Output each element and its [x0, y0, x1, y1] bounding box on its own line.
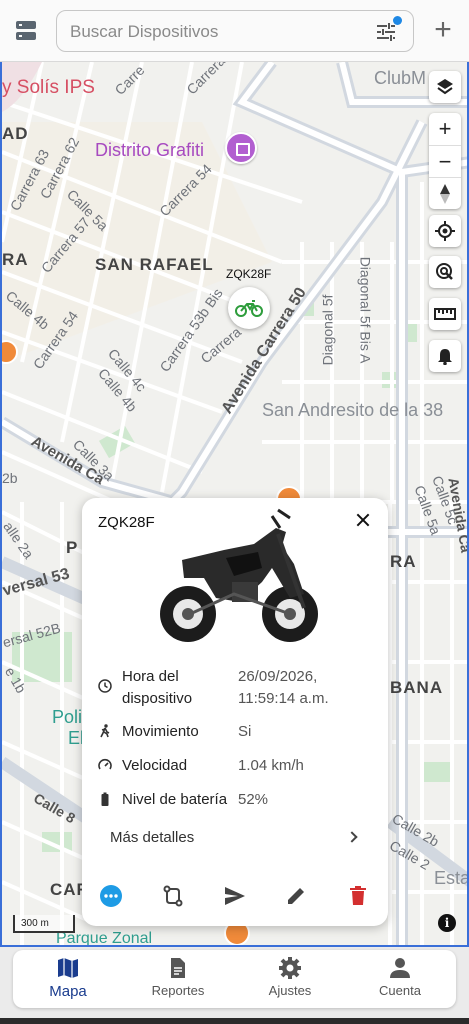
device-name: ZQK28F [98, 514, 155, 531]
ruler-control [429, 298, 461, 330]
row-key: Hora del dispositivo [122, 668, 193, 707]
map-label: ClubM [374, 68, 427, 88]
clock-icon [98, 679, 112, 693]
bottom-nav: Mapa Reportes Ajustes Cuenta [13, 950, 456, 1008]
row-key: Movimiento [122, 723, 199, 740]
device-popup: ZQK28F Hora del dispositivo 26/09/2026, … [82, 498, 388, 926]
map-label: BANA [390, 678, 444, 697]
row-key: Nivel de batería [122, 791, 228, 808]
gear-icon [279, 957, 301, 979]
more-details-label: Más detalles [110, 829, 195, 846]
nav-label: Reportes [151, 983, 205, 998]
search-box [56, 10, 414, 52]
row-value: 52% [238, 791, 269, 808]
tune-icon[interactable] [375, 16, 402, 42]
layers-control [429, 71, 461, 103]
notifications-control [429, 340, 461, 372]
info-icon[interactable]: i [438, 914, 456, 932]
send-icon[interactable] [221, 882, 249, 910]
vehicle-marker[interactable] [228, 287, 270, 329]
my-location-control [429, 215, 461, 247]
row-key: Velocidad [122, 757, 188, 774]
motorcycle-icon [235, 300, 263, 317]
bottom-bar: Mapa Reportes Ajustes Cuenta [0, 947, 469, 1024]
filter-badge [393, 16, 402, 25]
map-label: P [66, 538, 79, 557]
map-icon [58, 958, 78, 978]
ruler-icon[interactable] [429, 298, 461, 330]
nav-label: Cuenta [379, 983, 421, 998]
nav-label: Ajustes [268, 983, 312, 998]
map-label: Diagonal 5f Bis A [357, 256, 374, 364]
bell-icon[interactable] [429, 340, 461, 372]
account-icon [390, 958, 410, 978]
scale-bar: 300 m [13, 915, 75, 933]
more-icon[interactable] [97, 882, 125, 910]
map-label: San Andresito de la 38 [262, 400, 444, 420]
edit-icon[interactable] [282, 882, 310, 910]
walk-icon [100, 724, 110, 738]
zoom-out-icon[interactable]: − [429, 145, 461, 177]
system-bar [0, 1018, 469, 1024]
map-label: Distrito Grafiti [95, 140, 205, 160]
row-battery: Nivel de batería 52% [98, 789, 378, 811]
search-input[interactable] [70, 20, 360, 44]
map-label: 2b [2, 470, 18, 486]
nav-item-mapa[interactable]: Mapa [23, 956, 113, 1004]
row-device-time: Hora del dispositivo 26/09/2026, 11:59:1… [98, 666, 378, 710]
document-icon [171, 958, 185, 978]
search-location-control [429, 256, 461, 288]
row-speed: Velocidad 1.04 km/h [98, 755, 378, 777]
route-icon[interactable] [159, 882, 187, 910]
zoom-in-icon[interactable]: + [429, 113, 461, 145]
map-label: SAN RAFAEL [95, 255, 214, 274]
map-label: RA [390, 552, 417, 571]
nav-label: Mapa [49, 983, 87, 1000]
delete-icon[interactable] [344, 882, 372, 910]
map-label: Esta [434, 868, 469, 888]
more-details-link[interactable]: Más detalles [94, 824, 358, 852]
my-location-icon[interactable] [429, 215, 461, 247]
row-motion: Movimiento Si [98, 721, 378, 743]
row-value: 26/09/2026, 11:59:14 a.m. [238, 668, 329, 707]
vehicle-label: ZQK28F [226, 267, 272, 281]
row-value: 1.04 km/h [238, 757, 304, 774]
row-value: Si [238, 723, 252, 740]
map-label: Diagonal 5f [319, 294, 336, 366]
search-location-icon[interactable] [429, 256, 461, 288]
map-label: y Solís IPS [2, 77, 95, 98]
server-icon[interactable] [13, 18, 39, 44]
zoom-control: + − [429, 113, 461, 209]
map-label: AD [2, 124, 29, 143]
landmark-icon[interactable] [225, 132, 257, 164]
plus-icon[interactable]: + [428, 14, 458, 48]
close-icon[interactable] [354, 512, 372, 530]
speed-icon [98, 758, 112, 770]
top-bar: + [0, 0, 469, 62]
nav-item-reportes[interactable]: Reportes [133, 956, 223, 1004]
battery-icon [101, 792, 109, 806]
map-label: Poli [52, 707, 83, 727]
compass-icon[interactable] [429, 177, 461, 209]
nav-item-ajustes[interactable]: Ajustes [245, 956, 335, 1004]
chevron-right-icon [346, 831, 358, 843]
action-bar [82, 882, 388, 912]
nav-item-cuenta[interactable]: Cuenta [355, 956, 445, 1004]
layers-icon[interactable] [429, 71, 461, 103]
map-label: RA [2, 250, 29, 269]
motorcycle-photo [160, 508, 318, 642]
